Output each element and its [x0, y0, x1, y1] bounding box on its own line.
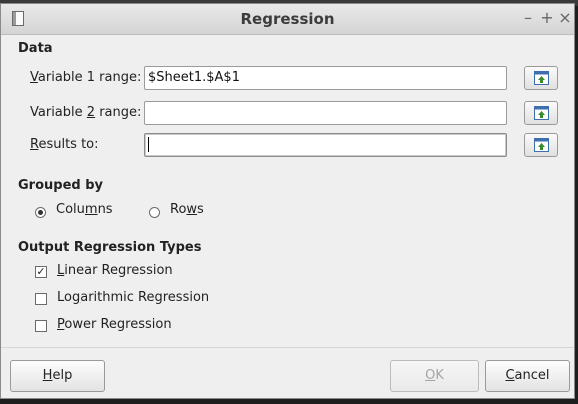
variable2-shrink-button[interactable]: [524, 101, 558, 125]
variable1-range-value: $Sheet1.$A$1: [148, 70, 240, 85]
close-button[interactable]: ×: [557, 9, 573, 27]
variable1-shrink-button[interactable]: [524, 66, 558, 90]
variable2-range-input[interactable]: [144, 101, 507, 125]
power-regression-checkbox[interactable]: [35, 320, 47, 332]
cancel-button[interactable]: Cancel: [485, 360, 570, 392]
results-to-input[interactable]: [144, 133, 507, 157]
grouped-by-heading: Grouped by: [18, 178, 104, 193]
footer-separator: [1, 347, 574, 348]
results-label: Results to:: [30, 137, 99, 152]
shrink-selection-icon: [534, 71, 549, 85]
ok-button[interactable]: OK: [390, 360, 479, 392]
data-heading: Data: [18, 41, 53, 56]
help-button[interactable]: Help: [10, 360, 105, 392]
linear-regression-label[interactable]: Linear Regression: [57, 263, 173, 278]
logarithmic-regression-label[interactable]: Logarithmic Regression: [57, 290, 209, 305]
shrink-selection-icon: [534, 106, 549, 120]
dialog-title: Regression: [240, 10, 335, 28]
logarithmic-regression-checkbox[interactable]: [35, 293, 47, 305]
rows-label[interactable]: Rows: [170, 202, 204, 217]
results-shrink-button[interactable]: [524, 133, 558, 157]
variable1-range-input[interactable]: $Sheet1.$A$1: [144, 66, 507, 90]
regression-dialog: Regression – + × Data Variable 1 range: …: [0, 3, 575, 399]
title-bar[interactable]: Regression – + ×: [1, 4, 574, 35]
text-caret: [148, 137, 149, 152]
output-types-heading: Output Regression Types: [18, 240, 202, 255]
variable1-label: Variable 1 range:: [30, 70, 142, 85]
variable2-label: Variable 2 range:: [30, 105, 142, 120]
maximize-button[interactable]: +: [539, 9, 555, 27]
minimize-button[interactable]: –: [520, 9, 536, 27]
columns-radio[interactable]: [35, 207, 46, 218]
columns-label[interactable]: Columns: [56, 202, 113, 217]
linear-regression-checkbox[interactable]: ✓: [35, 266, 47, 278]
power-regression-label[interactable]: Power Regression: [57, 317, 172, 332]
shrink-selection-icon: [534, 138, 549, 152]
rows-radio[interactable]: [149, 207, 160, 218]
